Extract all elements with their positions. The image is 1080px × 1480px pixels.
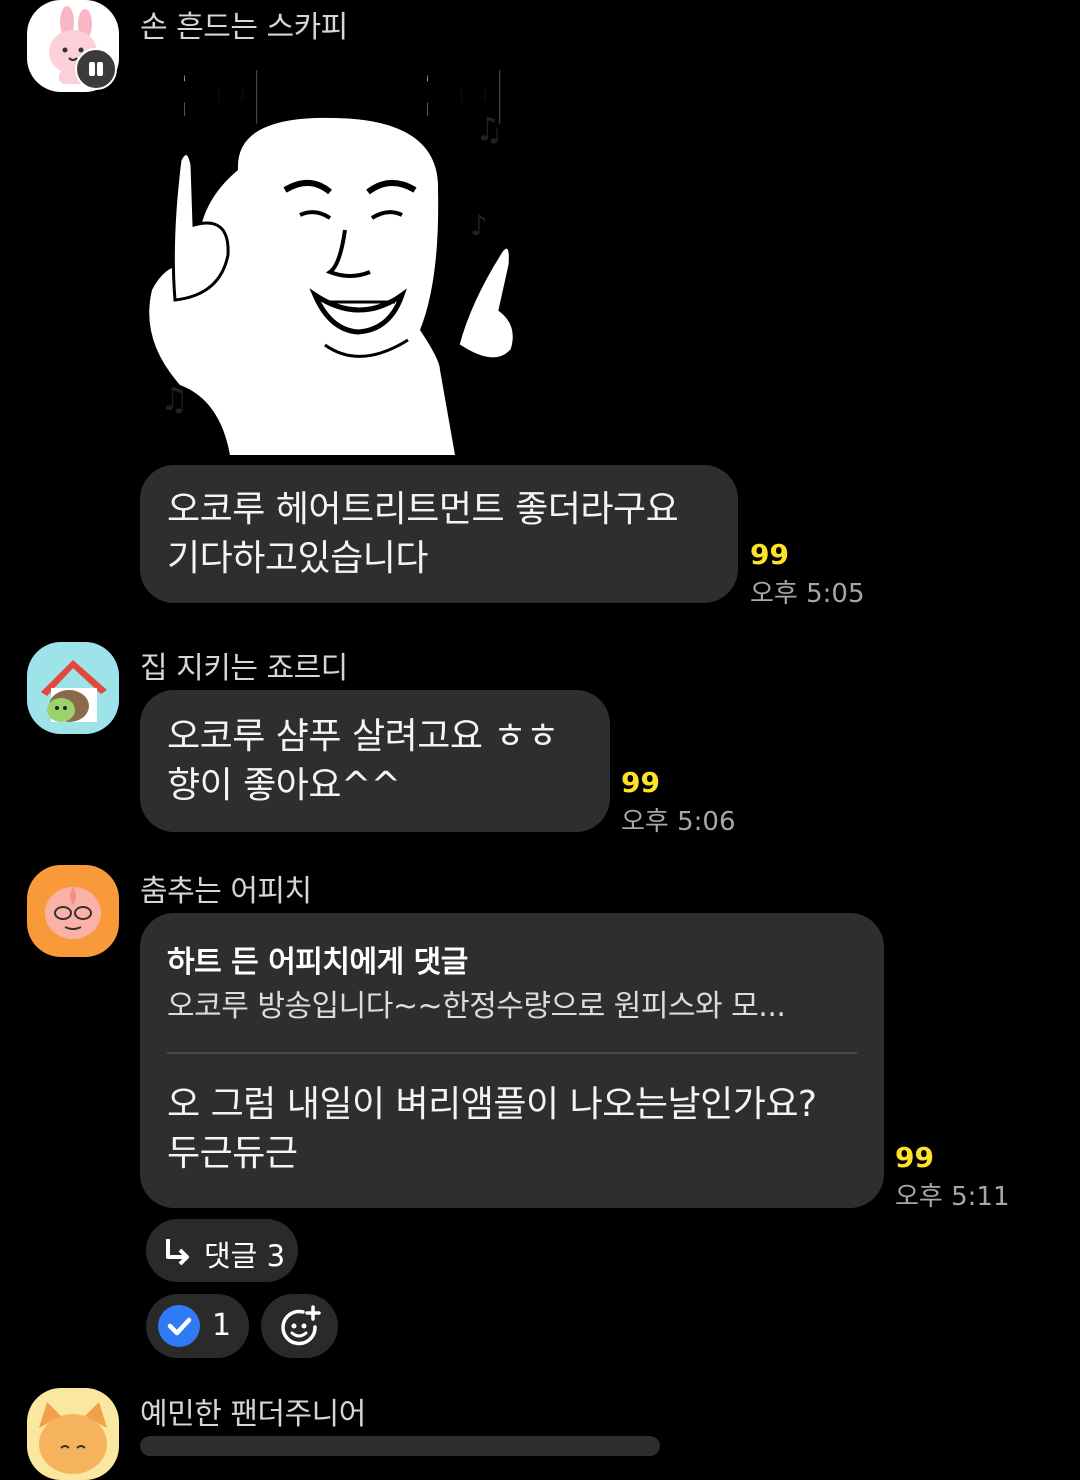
avatar-apeach[interactable]	[27, 865, 119, 957]
message-line: 오코루 샴푸 살려고요 ㅎㅎ	[167, 716, 559, 757]
message-line: 오코루 헤어트리트먼트 좋더라구요	[167, 489, 679, 530]
svg-text:♫: ♫	[160, 380, 189, 418]
message-time: 오후 5:11	[895, 1182, 1010, 1212]
message-line: 두근듀근	[167, 1133, 298, 1174]
message-bubble[interactable]: 오코루 헤어트리트먼트 좋더라구요 기다하고있습니다	[140, 465, 738, 603]
sender-name: 예민한 팬더주니어	[140, 1397, 366, 1432]
pause-badge-icon	[89, 62, 103, 76]
unread-count: 99	[750, 538, 789, 571]
unread-count: 99	[895, 1141, 934, 1174]
thread-replies-label: 댓글 3	[204, 1239, 286, 1273]
sticker-text-right: 조아	[397, 62, 516, 139]
sender-name: 춤추는 어피치	[140, 874, 312, 909]
message-line: 기다하고있습니다	[167, 538, 428, 579]
message-line: 향이 좋아요^^	[167, 765, 401, 806]
message-bubble[interactable]: 오코루 샴푸 살려고요 ㅎㅎ 향이 좋아요^^	[140, 690, 610, 832]
message-line: 오 그럼 내일이 벼리앰플이 나오는날인가요?	[167, 1084, 817, 1125]
peach-avatar-icon	[45, 887, 101, 939]
reply-arrow-icon	[166, 1239, 189, 1266]
check-mark-icon	[167, 1317, 192, 1336]
avatar-panda-jr[interactable]	[27, 1388, 119, 1480]
message-bubble[interactable]	[140, 1436, 660, 1456]
doghouse-avatar-icon	[41, 660, 107, 722]
avatar-jordy[interactable]	[27, 642, 119, 734]
reply-quote: 오코루 방송입니다~~한정수량으로 원피스와 모...	[167, 989, 786, 1024]
add-emoji-icon	[281, 1305, 321, 1346]
avatar-status-badge	[75, 48, 117, 90]
lion-avatar-icon	[39, 1402, 107, 1474]
message-time: 오후 5:06	[621, 807, 736, 837]
svg-text:♪: ♪	[470, 209, 488, 242]
reaction-chip[interactable]: 1	[146, 1294, 249, 1358]
unread-count: 99	[621, 766, 660, 799]
thread-replies-button[interactable]: 댓글 3	[146, 1219, 298, 1282]
reply-title: 하트 든 어피치에게 댓글	[167, 945, 468, 980]
reply-divider	[167, 1052, 857, 1054]
message-time: 오후 5:05	[750, 579, 865, 609]
reaction-count: 1	[212, 1308, 232, 1343]
reply-message-bubble[interactable]: 하트 든 어피치에게 댓글 오코루 방송입니다~~한정수량으로 원피스와 모..…	[140, 913, 884, 1208]
emoticon-sticker[interactable]: ♫ ♪ ♫ 조아 조아	[140, 40, 560, 456]
sticker-text-left: 조아	[154, 62, 273, 139]
check-icon	[158, 1305, 200, 1347]
add-reaction-button[interactable]	[261, 1294, 338, 1358]
sender-name: 집 지키는 죠르디	[140, 651, 348, 686]
